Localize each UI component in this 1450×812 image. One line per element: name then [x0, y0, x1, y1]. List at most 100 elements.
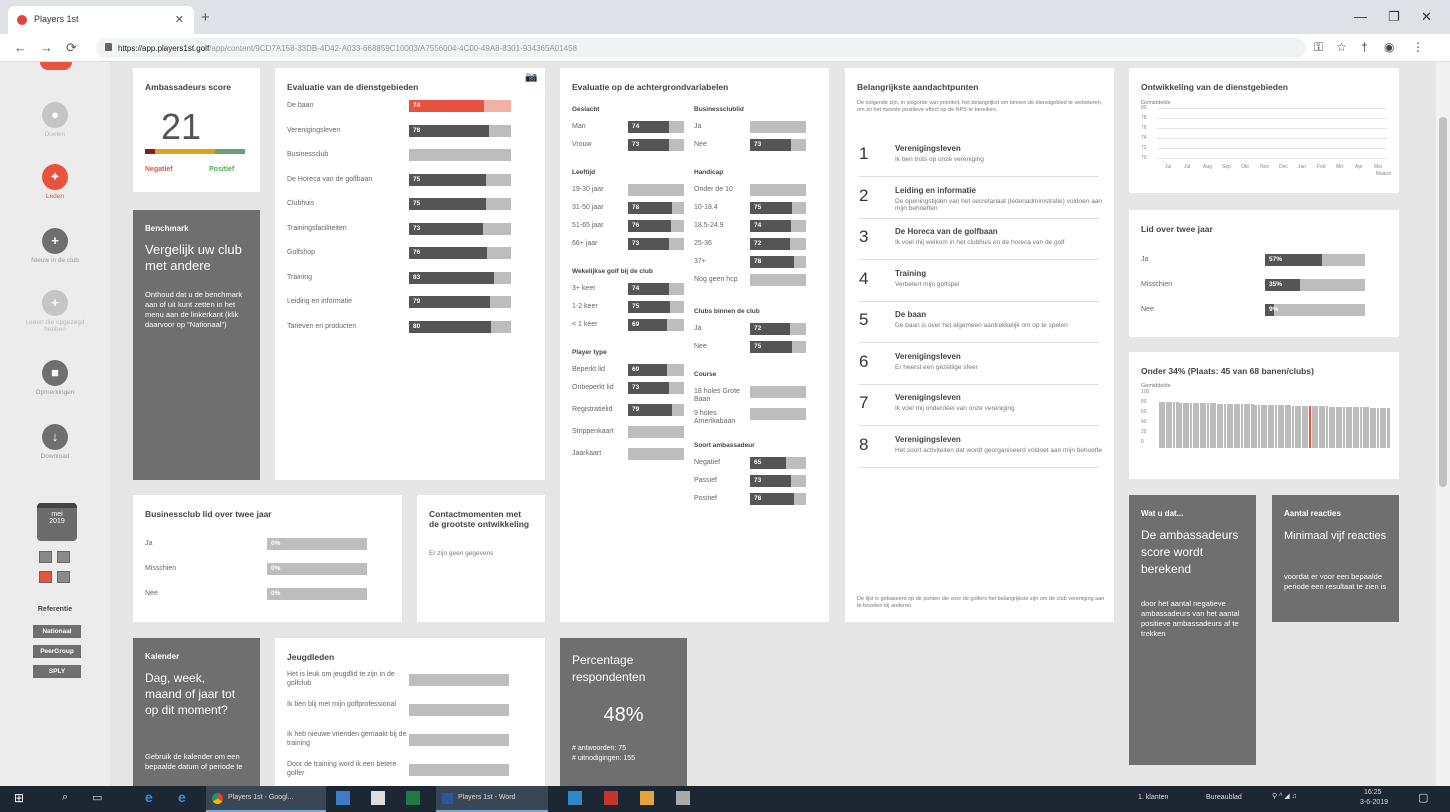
jeugdleden-title: Jeugdleden [287, 652, 335, 662]
store-icon[interactable] [371, 791, 385, 805]
close-window-icon[interactable]: ✕ [1421, 9, 1432, 25]
task-view-icon[interactable]: ▭ [92, 791, 102, 804]
extension-icon[interactable]: † [1361, 40, 1368, 54]
rank-bar [1312, 406, 1315, 448]
rank-bar [1305, 405, 1308, 448]
rank-bar [1199, 403, 1203, 448]
star-icon[interactable]: ☆ [1336, 40, 1347, 54]
rank-bar [1169, 402, 1172, 448]
search-icon[interactable]: ⌕ [62, 791, 68, 804]
reference-title: Referentie [37, 606, 73, 613]
rank-bar [1356, 407, 1359, 448]
sidebar-item-label: Opmerkingen [35, 389, 75, 396]
priority-divider [859, 217, 1099, 219]
priority-description: Er heerst een gezellige sfeer [895, 363, 978, 371]
clock-time[interactable]: 16:25 [1364, 789, 1382, 796]
achtergrond-bar [628, 448, 684, 460]
account-icon[interactable]: ◉ [1384, 40, 1394, 54]
minimize-icon[interactable]: — [1354, 9, 1367, 24]
camera-icon[interactable]: 📷 [525, 72, 537, 83]
tray-icons[interactable]: ⚲ ^ ◢ ♫ [1272, 792, 1297, 800]
priority-divider [859, 176, 1099, 177]
dienst-bar: 79 [409, 296, 511, 308]
new-tab-icon[interactable]: + [201, 9, 210, 26]
calendar-year: 2019 [49, 518, 65, 525]
achtergrond-label: Nee [694, 141, 707, 148]
app-icon[interactable] [640, 791, 654, 805]
ranking-title: Onder 34% (Plaats: 45 van 68 banen/clubs… [1141, 366, 1314, 376]
rank-bar [1271, 404, 1274, 448]
rank-bar [1213, 403, 1217, 448]
forward-icon[interactable]: → [40, 40, 53, 55]
clock-date[interactable]: 3-6-2019 [1360, 799, 1388, 806]
achtergrond-group-title: Clubs binnen de club [694, 308, 760, 315]
notification-icon[interactable]: ▢ [1418, 791, 1428, 804]
calendar-button[interactable]: mei 2019 [37, 503, 77, 541]
reference-sply-button[interactable]: SPLY [33, 665, 81, 678]
back-icon[interactable]: ← [14, 40, 27, 55]
key-icon[interactable]: ⚿ [1314, 40, 1323, 55]
bar-fill [409, 100, 484, 112]
ontw-gridline [1157, 138, 1387, 139]
calendar-year-icon[interactable] [57, 571, 70, 583]
calendar-week-icon[interactable] [57, 551, 70, 563]
sidebar-item-leden[interactable]: ✦ Leden [0, 164, 110, 200]
scrollbar-thumb[interactable] [1439, 117, 1447, 487]
achtergrond-bar: 75 [628, 301, 684, 313]
outlook-icon[interactable] [568, 791, 582, 805]
tray-toolbar-klanten[interactable]: 1. klanten [1138, 794, 1168, 801]
explorer-icon[interactable] [336, 791, 350, 805]
close-tab-icon[interactable]: ✕ [175, 13, 184, 26]
sidebar-item-opmerkingen[interactable]: ■ Opmerkingen [0, 360, 110, 396]
sidebar-item-download[interactable]: ↓ Download [0, 424, 110, 460]
taskbar-chrome[interactable]: Players 1st - Googl... [206, 786, 326, 812]
priority-number: 6 [859, 351, 869, 371]
maximize-icon[interactable]: ❐ [1388, 9, 1400, 25]
businessclub-title: Businessclub lid over twee jaar [145, 509, 272, 519]
rank-ytick: 40 [1141, 419, 1147, 425]
edge-icon[interactable]: e [145, 789, 153, 805]
sidebar-item-opgezegd[interactable]: + Leden die opgezegd hebben [0, 290, 110, 333]
browser-tab[interactable]: Players 1st ✕ [8, 6, 194, 34]
bar-value: 78 [754, 258, 762, 265]
score-info-head: Wat u dat... [1141, 509, 1184, 518]
achtergrond-label: Nog geen hcp [694, 276, 738, 283]
benchmark-title: Vergelijk uw club met andere [145, 242, 242, 273]
rank-bar [1369, 407, 1373, 448]
sidebar-item-doelen[interactable]: ● Doelen [0, 102, 110, 138]
app2-icon[interactable] [676, 791, 690, 805]
dienst-label: Golfshop [287, 249, 316, 256]
menu-icon[interactable]: ⋮ [1412, 40, 1424, 54]
powerpoint-icon[interactable] [604, 791, 618, 805]
tray-toolbar-bureaublad[interactable]: Bureaublad [1206, 794, 1242, 801]
achtergrond-group-title: Handicap [694, 169, 724, 176]
bar-value: 75 [413, 175, 421, 183]
excel-icon[interactable] [406, 791, 420, 805]
ie-icon[interactable]: e [178, 789, 186, 805]
windows-start-icon[interactable]: ⊞ [14, 791, 24, 805]
achtergrond-bar [628, 184, 684, 196]
rank-bar [1176, 402, 1179, 448]
ontw-gridline [1157, 158, 1387, 159]
calendar-month-icon[interactable] [39, 571, 52, 583]
bar-value: 78 [754, 495, 762, 502]
achtergrond-group-title: Player type [572, 349, 607, 356]
taskbar-word[interactable]: Players 1st - Word [436, 786, 548, 812]
url-field[interactable]: https://app.players1st.golf/app/content/… [96, 38, 1306, 58]
rank-bar [1315, 406, 1319, 448]
reference-peergroup-button[interactable]: PeerGroup [33, 645, 81, 658]
rank-bar [1172, 402, 1176, 448]
rank-bar [1383, 407, 1387, 448]
page-scrollbar[interactable] [1436, 62, 1450, 786]
reload-icon[interactable]: ⟳ [66, 40, 77, 56]
achtergrond-bar: 73 [628, 238, 684, 250]
bar-value: 0% [271, 565, 281, 572]
calendar-day-icon[interactable] [39, 551, 52, 563]
aantal-reacties-card: Aantal reacties Minimaal vijf reacties v… [1272, 495, 1399, 622]
achtergrond-label: 18 holes Grote Baan [694, 388, 740, 403]
reference-nationaal-button[interactable]: Nationaal [33, 625, 81, 638]
achtergrond-bar: 75 [750, 341, 806, 353]
rank-bar [1281, 405, 1285, 448]
bar-value: 0% [271, 590, 281, 597]
sidebar-item-nieuw[interactable]: + Nieuw in de club [0, 228, 110, 264]
